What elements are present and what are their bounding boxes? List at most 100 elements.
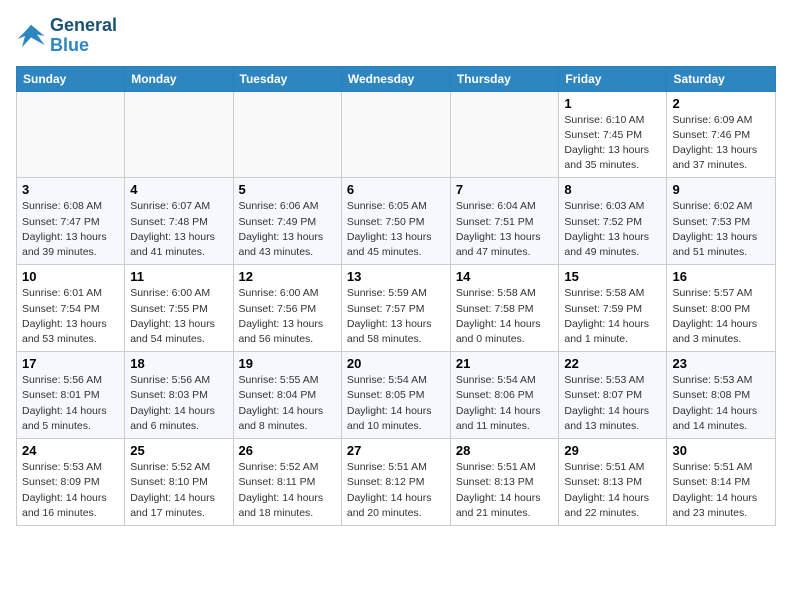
day-info: Sunrise: 6:09 AMSunset: 7:46 PMDaylight:… (672, 114, 757, 172)
day-number: 27 (347, 443, 445, 458)
day-number: 22 (564, 356, 661, 371)
calendar-table: SundayMondayTuesdayWednesdayThursdayFrid… (16, 66, 776, 526)
calendar-header-row: SundayMondayTuesdayWednesdayThursdayFrid… (17, 66, 776, 91)
column-header-monday: Monday (125, 66, 233, 91)
logo-icon (16, 21, 46, 51)
day-info: Sunrise: 5:51 AMSunset: 8:14 PMDaylight:… (672, 461, 757, 519)
calendar-cell: 27 Sunrise: 5:51 AMSunset: 8:12 PMDayligh… (341, 439, 450, 526)
day-number: 1 (564, 96, 661, 111)
day-info: Sunrise: 6:10 AMSunset: 7:45 PMDaylight:… (564, 114, 649, 172)
day-info: Sunrise: 5:58 AMSunset: 7:58 PMDaylight:… (456, 287, 541, 345)
day-info: Sunrise: 6:03 AMSunset: 7:52 PMDaylight:… (564, 200, 649, 258)
logo-text: General Blue (50, 16, 117, 56)
day-info: Sunrise: 6:00 AMSunset: 7:55 PMDaylight:… (130, 287, 215, 345)
day-number: 21 (456, 356, 554, 371)
day-number: 14 (456, 269, 554, 284)
day-number: 13 (347, 269, 445, 284)
day-number: 23 (672, 356, 770, 371)
day-number: 16 (672, 269, 770, 284)
day-number: 8 (564, 182, 661, 197)
calendar-cell: 1 Sunrise: 6:10 AMSunset: 7:45 PMDaylight… (559, 91, 667, 178)
day-number: 12 (239, 269, 336, 284)
day-number: 6 (347, 182, 445, 197)
calendar-cell (17, 91, 125, 178)
calendar-cell: 24 Sunrise: 5:53 AMSunset: 8:09 PMDayligh… (17, 439, 125, 526)
day-info: Sunrise: 6:07 AMSunset: 7:48 PMDaylight:… (130, 200, 215, 258)
column-header-thursday: Thursday (450, 66, 559, 91)
day-info: Sunrise: 5:54 AMSunset: 8:06 PMDaylight:… (456, 374, 541, 432)
calendar-cell: 6Sunrise: 6:05 AMSunset: 7:50 PMDaylight… (341, 178, 450, 265)
day-number: 25 (130, 443, 227, 458)
column-header-friday: Friday (559, 66, 667, 91)
day-info: Sunrise: 6:02 AMSunset: 7:53 PMDaylight:… (672, 200, 757, 258)
day-info: Sunrise: 6:01 AMSunset: 7:54 PMDaylight:… (22, 287, 107, 345)
day-info: Sunrise: 5:53 AMSunset: 8:09 PMDaylight:… (22, 461, 107, 519)
column-header-saturday: Saturday (667, 66, 776, 91)
calendar-cell: 2 Sunrise: 6:09 AMSunset: 7:46 PMDaylight… (667, 91, 776, 178)
calendar-week-row: 24 Sunrise: 5:53 AMSunset: 8:09 PMDayligh… (17, 439, 776, 526)
day-info: Sunrise: 5:56 AMSunset: 8:01 PMDaylight:… (22, 374, 107, 432)
day-info: Sunrise: 5:53 AMSunset: 8:07 PMDaylight:… (564, 374, 649, 432)
day-number: 24 (22, 443, 119, 458)
day-number: 20 (347, 356, 445, 371)
calendar-week-row: 3Sunrise: 6:08 AMSunset: 7:47 PMDaylight… (17, 178, 776, 265)
day-number: 4 (130, 182, 227, 197)
calendar-cell: 28 Sunrise: 5:51 AMSunset: 8:13 PMDayligh… (450, 439, 559, 526)
calendar-cell (233, 91, 341, 178)
calendar-cell: 21 Sunrise: 5:54 AMSunset: 8:06 PMDayligh… (450, 352, 559, 439)
day-info: Sunrise: 5:51 AMSunset: 8:12 PMDaylight:… (347, 461, 432, 519)
calendar-cell (450, 91, 559, 178)
calendar-week-row: 10 Sunrise: 6:01 AMSunset: 7:54 PMDayligh… (17, 265, 776, 352)
calendar-cell: 30 Sunrise: 5:51 AMSunset: 8:14 PMDayligh… (667, 439, 776, 526)
calendar-cell: 22 Sunrise: 5:53 AMSunset: 8:07 PMDayligh… (559, 352, 667, 439)
page-header: General Blue (16, 16, 776, 56)
day-info: Sunrise: 5:57 AMSunset: 8:00 PMDaylight:… (672, 287, 757, 345)
day-info: Sunrise: 5:58 AMSunset: 7:59 PMDaylight:… (564, 287, 649, 345)
calendar-cell: 11 Sunrise: 6:00 AMSunset: 7:55 PMDayligh… (125, 265, 233, 352)
day-info: Sunrise: 5:51 AMSunset: 8:13 PMDaylight:… (564, 461, 649, 519)
calendar-cell: 14 Sunrise: 5:58 AMSunset: 7:58 PMDayligh… (450, 265, 559, 352)
calendar-cell: 23 Sunrise: 5:53 AMSunset: 8:08 PMDayligh… (667, 352, 776, 439)
calendar-cell: 20 Sunrise: 5:54 AMSunset: 8:05 PMDayligh… (341, 352, 450, 439)
day-number: 28 (456, 443, 554, 458)
day-number: 9 (672, 182, 770, 197)
day-info: Sunrise: 6:00 AMSunset: 7:56 PMDaylight:… (239, 287, 324, 345)
day-number: 17 (22, 356, 119, 371)
calendar-cell: 8 Sunrise: 6:03 AMSunset: 7:52 PMDaylight… (559, 178, 667, 265)
calendar-cell: 18Sunrise: 5:56 AMSunset: 8:03 PMDayligh… (125, 352, 233, 439)
day-info: Sunrise: 5:56 AMSunset: 8:03 PMDaylight:… (130, 374, 215, 432)
calendar-week-row: 1 Sunrise: 6:10 AMSunset: 7:45 PMDaylight… (17, 91, 776, 178)
day-number: 11 (130, 269, 227, 284)
calendar-cell: 13Sunrise: 5:59 AMSunset: 7:57 PMDayligh… (341, 265, 450, 352)
day-number: 2 (672, 96, 770, 111)
calendar-cell: 25 Sunrise: 5:52 AMSunset: 8:10 PMDayligh… (125, 439, 233, 526)
calendar-cell: 7 Sunrise: 6:04 AMSunset: 7:51 PMDaylight… (450, 178, 559, 265)
day-number: 19 (239, 356, 336, 371)
calendar-cell: 19Sunrise: 5:55 AMSunset: 8:04 PMDayligh… (233, 352, 341, 439)
calendar-cell: 29 Sunrise: 5:51 AMSunset: 8:13 PMDayligh… (559, 439, 667, 526)
day-info: Sunrise: 5:52 AMSunset: 8:10 PMDaylight:… (130, 461, 215, 519)
calendar-cell (341, 91, 450, 178)
day-info: Sunrise: 6:04 AMSunset: 7:51 PMDaylight:… (456, 200, 541, 258)
calendar-cell: 26 Sunrise: 5:52 AMSunset: 8:11 PMDayligh… (233, 439, 341, 526)
day-info: Sunrise: 5:51 AMSunset: 8:13 PMDaylight:… (456, 461, 541, 519)
calendar-cell: 3Sunrise: 6:08 AMSunset: 7:47 PMDaylight… (17, 178, 125, 265)
calendar-cell: 10 Sunrise: 6:01 AMSunset: 7:54 PMDayligh… (17, 265, 125, 352)
day-number: 7 (456, 182, 554, 197)
day-number: 3 (22, 182, 119, 197)
calendar-cell: 9 Sunrise: 6:02 AMSunset: 7:53 PMDaylight… (667, 178, 776, 265)
calendar-week-row: 17 Sunrise: 5:56 AMSunset: 8:01 PMDayligh… (17, 352, 776, 439)
logo: General Blue (16, 16, 117, 56)
day-info: Sunrise: 6:06 AMSunset: 7:49 PMDaylight:… (239, 200, 324, 258)
calendar-cell: 5Sunrise: 6:06 AMSunset: 7:49 PMDaylight… (233, 178, 341, 265)
day-number: 26 (239, 443, 336, 458)
day-number: 29 (564, 443, 661, 458)
day-info: Sunrise: 5:54 AMSunset: 8:05 PMDaylight:… (347, 374, 432, 432)
day-number: 30 (672, 443, 770, 458)
day-info: Sunrise: 5:52 AMSunset: 8:11 PMDaylight:… (239, 461, 324, 519)
calendar-cell: 17 Sunrise: 5:56 AMSunset: 8:01 PMDayligh… (17, 352, 125, 439)
day-info: Sunrise: 5:53 AMSunset: 8:08 PMDaylight:… (672, 374, 757, 432)
calendar-cell: 15Sunrise: 5:58 AMSunset: 7:59 PMDayligh… (559, 265, 667, 352)
day-number: 10 (22, 269, 119, 284)
column-header-sunday: Sunday (17, 66, 125, 91)
